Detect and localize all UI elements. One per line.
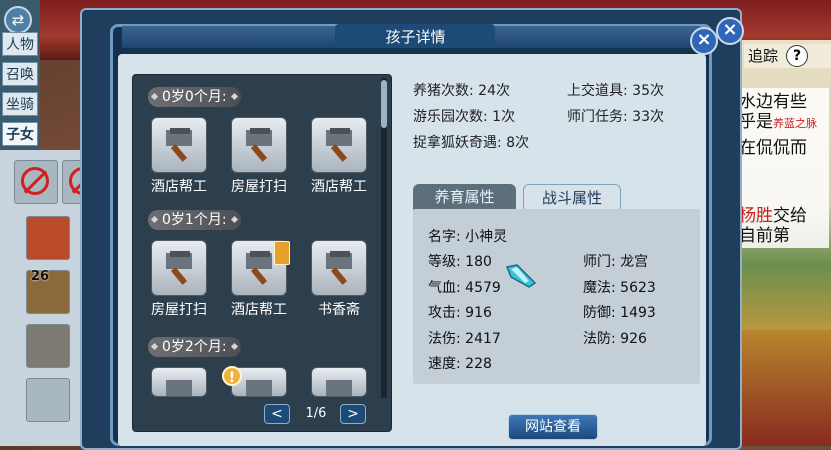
bonus-tag-icon (274, 241, 290, 265)
activity-icon[interactable] (311, 117, 367, 173)
carpet-item-icon[interactable]: 26 (26, 269, 70, 314)
help-icon[interactable]: ? (786, 45, 808, 67)
stone-item-icon[interactable] (26, 324, 70, 368)
side-tab-summon[interactable]: 召唤 (2, 62, 38, 86)
activity-icon[interactable] (231, 117, 287, 173)
age-label: 0岁2个月: (148, 337, 241, 357)
attr-mp: 魔法: 5623 (583, 280, 656, 296)
flag-item-icon[interactable] (26, 216, 70, 260)
attr-hp: 气血: 4579 (428, 280, 501, 296)
attr-attack: 攻击: 916 (428, 305, 492, 321)
alert-icon: ! (222, 366, 242, 386)
activity-label: 酒店帮工 (151, 179, 207, 195)
tab-nurture-attributes[interactable]: 养育属性 (413, 184, 516, 210)
age-label: 0岁0个月: (148, 87, 241, 107)
story-line: 乎是养蓝之脉 (739, 112, 817, 132)
hammer-icon (166, 128, 192, 162)
activity-label: 房屋打扫 (231, 179, 287, 195)
activity-icon[interactable] (311, 367, 367, 397)
tab-battle-attributes[interactable]: 战斗属性 (523, 184, 621, 210)
hammer-icon (246, 251, 272, 285)
empty-slot[interactable] (26, 378, 70, 422)
track-label: 追踪 (748, 47, 779, 65)
activity-icon[interactable] (311, 240, 367, 296)
hammer-icon (166, 380, 192, 396)
prev-page-button[interactable]: < (264, 404, 290, 424)
activity-label: 酒店帮工 (311, 179, 367, 195)
fox-demon-count: 捉拿狐妖奇遇: 8次 (413, 135, 530, 151)
ban-icon (21, 167, 49, 195)
scrollbar-thumb[interactable] (381, 80, 387, 128)
age-label: 0岁1个月: (148, 210, 241, 230)
sect-tasks-count: 师门任务: 33次 (567, 109, 664, 125)
activity-label: 书香斋 (318, 302, 360, 318)
story-line: 自前第 (739, 226, 790, 246)
story-line: 杨胜交给 (739, 206, 807, 226)
story-text-box: 水边有些 乎是养蓝之脉 在侃侃而 杨胜交给 自前第 (737, 88, 829, 248)
item-count: 26 (31, 269, 50, 284)
close-icon[interactable]: × (690, 27, 718, 55)
page-indicator: 1/6 (305, 406, 327, 421)
attr-defense: 防御: 1493 (583, 305, 656, 321)
attr-speed: 速度: 228 (428, 356, 492, 372)
background-scene-bottom (735, 330, 831, 446)
pig-raising-count: 养猪次数: 24次 (413, 83, 510, 99)
amusement-park-count: 游乐园次数: 1次 (413, 109, 516, 125)
website-view-button[interactable]: 网站查看 (508, 414, 598, 440)
attr-spell-damage: 法伤: 2417 (428, 331, 501, 347)
activity-label: 房屋打扫 (151, 302, 207, 318)
hammer-icon (166, 251, 192, 285)
attr-name: 名字: 小神灵 (428, 229, 508, 245)
next-page-button[interactable]: > (340, 404, 366, 424)
side-tab-mount[interactable]: 坐骑 (2, 92, 38, 116)
activity-icon[interactable] (151, 117, 207, 173)
hammer-icon (326, 251, 352, 285)
activity-icon[interactable] (151, 240, 207, 296)
story-line: 水边有些 (739, 92, 807, 112)
hammer-icon (246, 128, 272, 162)
activity-icon[interactable] (151, 367, 207, 397)
attr-level: 等级: 180 (428, 254, 492, 270)
turn-in-items-count: 上交道具: 35次 (567, 83, 664, 99)
hammer-icon (326, 128, 352, 162)
activity-label: 酒店帮工 (231, 302, 287, 318)
attr-spell-defense: 法防: 926 (583, 331, 647, 347)
gem-cursor-icon (505, 264, 537, 288)
side-tab-children[interactable]: 子女 (2, 122, 38, 146)
story-line: 在侃侃而 (739, 138, 807, 158)
slot-locked[interactable] (14, 160, 58, 204)
attr-sect: 师门: 龙宫 (583, 254, 649, 270)
